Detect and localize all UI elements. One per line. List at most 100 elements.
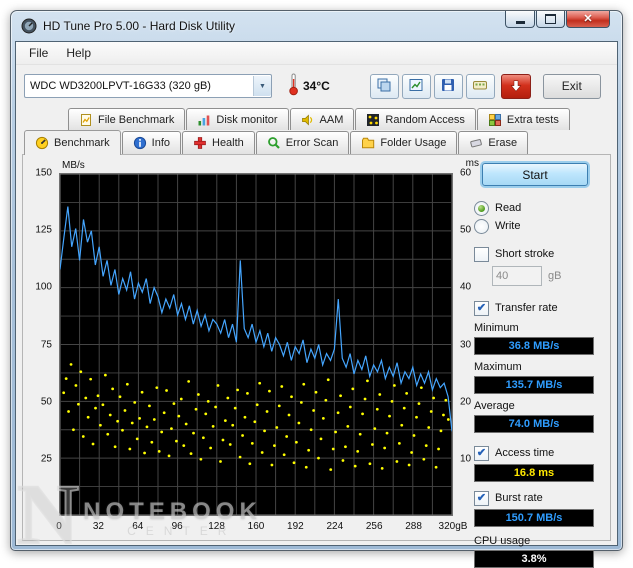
close-button[interactable]: ✕ xyxy=(566,11,610,28)
radio-read-icon xyxy=(474,201,489,216)
access-time-value: 16.8 ms xyxy=(474,464,594,482)
exit-button[interactable]: Exit xyxy=(543,74,601,99)
copy-image-icon xyxy=(376,77,392,96)
minimize-icon xyxy=(516,21,525,24)
tab-error-scan[interactable]: Error Scan xyxy=(256,131,350,154)
tab-erase[interactable]: Erase xyxy=(458,131,528,154)
radio-write-icon xyxy=(474,219,489,234)
x-axis-labels: 0326496128160192224256288320gB xyxy=(59,519,453,534)
capture-button[interactable] xyxy=(501,74,531,99)
tab-disk-monitor[interactable]: Disk monitor xyxy=(186,108,288,130)
drive-select[interactable]: WDC WD3200LPVT-16G33 (320 gB) ▼ xyxy=(24,74,272,98)
axis-tick-label: 128 xyxy=(208,521,225,532)
average-value: 74.0 MB/s xyxy=(474,415,594,433)
start-button[interactable]: Start xyxy=(482,163,588,186)
tab-label: Erase xyxy=(488,137,517,149)
transfer-rate-label: Transfer rate xyxy=(495,302,558,314)
average-label: Average xyxy=(474,400,602,414)
plot-area xyxy=(59,173,453,516)
axis-tick-label: 125 xyxy=(35,225,52,236)
maximum-value: 135.7 MB/s xyxy=(474,376,594,394)
error-scan-icon xyxy=(267,136,281,150)
burst-rate-checkbox-icon: ✔ xyxy=(474,491,489,506)
tab-folder-usage[interactable]: Folder Usage xyxy=(350,131,457,154)
app-icon xyxy=(21,18,37,34)
tab-benchmark[interactable]: Benchmark xyxy=(24,130,121,155)
tab-random-access[interactable]: Random Access xyxy=(355,108,475,130)
axis-tick-label: 20 xyxy=(460,396,471,407)
benchmark-page: MB/s ms 150125100755025 605040302010 032… xyxy=(22,154,611,541)
toolbar: WDC WD3200LPVT-16G33 (320 gB) ▼ 34°C Exi… xyxy=(16,64,617,108)
access-time-option[interactable]: ✔ Access time xyxy=(474,445,602,461)
menu-help[interactable]: Help xyxy=(57,44,100,62)
thermometer-icon xyxy=(288,72,299,101)
write-option[interactable]: Write xyxy=(474,218,602,234)
burst-rate-option[interactable]: ✔ Burst rate xyxy=(474,490,602,506)
tab-label: Extra tests xyxy=(507,114,559,126)
close-icon: ✕ xyxy=(583,12,592,26)
short-stroke-size-input[interactable] xyxy=(492,266,542,286)
tab-label: Info xyxy=(152,137,170,149)
axis-tick-label: 50 xyxy=(41,396,52,407)
aam-icon xyxy=(301,113,315,127)
axis-tick-label: 60 xyxy=(460,168,471,179)
write-label: Write xyxy=(495,220,520,232)
maximum-label: Maximum xyxy=(474,361,602,375)
short-stroke-label: Short stroke xyxy=(495,248,554,260)
axis-tick-label: 160 xyxy=(248,521,265,532)
tab-label: Folder Usage xyxy=(380,137,446,149)
copy-image-button[interactable] xyxy=(370,74,399,99)
read-option[interactable]: Read xyxy=(474,200,602,216)
minimum-label: Minimum xyxy=(474,322,602,336)
y-left-labels: 150125100755025 xyxy=(29,173,56,516)
tab-label: Random Access xyxy=(385,114,464,126)
y-left-unit: MB/s xyxy=(62,160,85,171)
toolbar-buttons xyxy=(370,74,495,99)
benchmark-chart: MB/s ms 150125100755025 605040302010 032… xyxy=(29,159,481,534)
tab-file-benchmark[interactable]: File Benchmark xyxy=(68,108,185,130)
tab-info[interactable]: Info xyxy=(122,131,181,154)
tab-label: Disk monitor xyxy=(216,114,277,126)
tab-label: File Benchmark xyxy=(98,114,174,126)
app-window: HD Tune Pro 5.00 - Hard Disk Utility ✕ F… xyxy=(10,10,623,551)
keys-button[interactable] xyxy=(466,74,495,99)
keys-icon xyxy=(472,77,488,96)
cpu-usage-label: CPU usage xyxy=(474,535,602,549)
report-icon xyxy=(408,77,424,96)
drive-select-dropdown-button[interactable]: ▼ xyxy=(253,76,271,96)
axis-tick-label: 96 xyxy=(172,521,183,532)
tab-label: Benchmark xyxy=(54,137,110,149)
maximize-button[interactable] xyxy=(536,11,565,28)
extra-tests-icon xyxy=(488,113,502,127)
axis-tick-label: 32 xyxy=(93,521,104,532)
short-stroke-option[interactable]: Short stroke xyxy=(474,246,602,262)
tab-health[interactable]: Health xyxy=(182,131,255,154)
red-arrow-down-icon xyxy=(509,79,523,93)
axis-tick-label: 10 xyxy=(460,453,471,464)
report-button[interactable] xyxy=(402,74,431,99)
random-access-icon xyxy=(366,113,380,127)
title-bar[interactable]: HD Tune Pro 5.00 - Hard Disk Utility ✕ xyxy=(11,11,622,41)
gb-unit-label: gB xyxy=(548,270,561,282)
menu-file[interactable]: File xyxy=(20,44,57,62)
tab-row-secondary: File Benchmark Disk monitor AAM Random Acce… xyxy=(68,108,571,130)
axis-tick-label: 320gB xyxy=(439,521,468,532)
disk-monitor-icon xyxy=(197,113,211,127)
axis-tick-label: 0 xyxy=(56,521,62,532)
access-time-label: Access time xyxy=(495,447,554,459)
axis-tick-label: 50 xyxy=(460,225,471,236)
chevron-down-icon: ▼ xyxy=(259,83,266,90)
transfer-rate-option[interactable]: ✔ Transfer rate xyxy=(474,300,602,316)
caption-buttons: ✕ xyxy=(504,11,610,28)
axis-tick-label: 40 xyxy=(460,282,471,293)
save-button[interactable] xyxy=(434,74,463,99)
tab-aam[interactable]: AAM xyxy=(290,108,355,130)
tab-label: Error Scan xyxy=(286,137,339,149)
tab-row-primary: Benchmark Info Health Error Scan Folder Usag… xyxy=(24,130,529,154)
benchmark-controls: Start Read Write Short stroke gB xyxy=(474,161,602,534)
menu-bar: File Help xyxy=(16,42,617,65)
minimize-button[interactable] xyxy=(505,11,535,28)
tab-extra-tests[interactable]: Extra tests xyxy=(477,108,570,130)
tab-label: AAM xyxy=(320,114,344,126)
short-stroke-size-row: gB xyxy=(492,266,602,286)
